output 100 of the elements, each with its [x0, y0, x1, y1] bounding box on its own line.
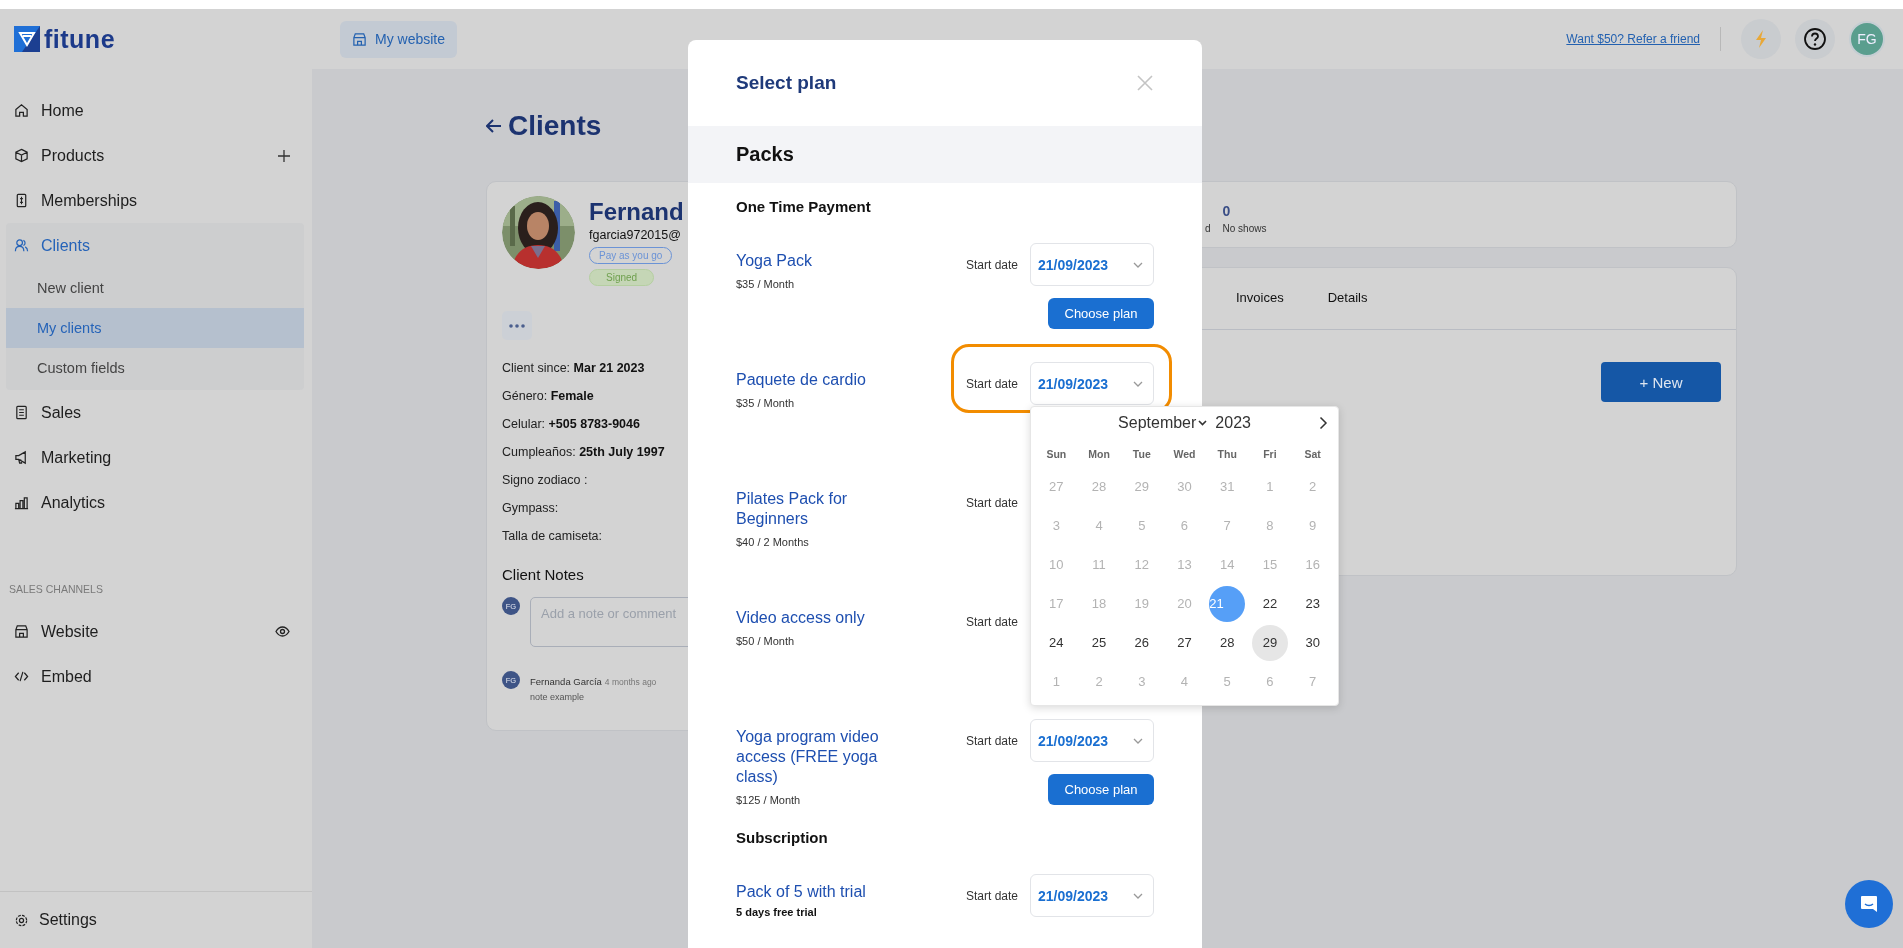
sidebar-item[interactable]: Memberships [0, 178, 312, 223]
notes-heading: Client Notes [502, 566, 585, 583]
weekday-label: Sat [1303, 447, 1322, 462]
help-icon [1803, 27, 1827, 51]
year-field[interactable]: 2023 [1215, 414, 1251, 432]
store-icon [14, 624, 29, 639]
plan-name[interactable]: Yoga program video access (FREE yoga class) [736, 727, 916, 787]
caret-icon [1198, 420, 1208, 426]
tab[interactable]: Details [1305, 268, 1390, 329]
client-name: Fernand [589, 198, 684, 226]
user-avatar[interactable]: FG [1849, 21, 1885, 57]
client-detail: Signo zodiaco : [502, 472, 588, 489]
back-arrow-icon[interactable] [486, 119, 502, 133]
next-month-icon[interactable] [1319, 416, 1328, 430]
ellipsis-icon [509, 323, 525, 328]
calendar-day[interactable]: 27 [1166, 624, 1203, 661]
settings-icon [14, 912, 29, 928]
plan-price: $35 / Month [736, 397, 796, 409]
plan-name[interactable]: Pack of 5 with trial [736, 882, 916, 902]
chevron-icon [1133, 261, 1143, 268]
home-icon [14, 103, 29, 118]
start-date-label: Start date [965, 614, 1018, 629]
chevron-icon [1133, 892, 1143, 899]
weekday-label: Mon [1087, 447, 1111, 462]
calendar-day[interactable]: 21 [1209, 585, 1246, 622]
code-icon [14, 669, 29, 684]
client-detail: Client since: Mar 21 2023 [502, 360, 645, 377]
calendar-day[interactable]: 28 [1209, 624, 1246, 661]
client-detail: Género: Female [502, 388, 594, 405]
calendar-day[interactable]: 24 [1038, 624, 1075, 661]
megaphone-icon [14, 450, 29, 465]
chevron-icon [1133, 380, 1143, 387]
sidebar-item[interactable]: Clients [6, 223, 304, 268]
stat-label: No shows [1222, 222, 1267, 234]
note-author: Fernanda García [530, 676, 602, 687]
website-button[interactable]: My website [340, 20, 458, 58]
date-select[interactable]: 21/09/2023 [1030, 243, 1154, 286]
chevron-icon [1133, 737, 1143, 744]
eye-icon[interactable] [275, 626, 290, 637]
calendar-day[interactable]: 29 [1251, 624, 1288, 661]
sidebar-item[interactable]: Home [0, 88, 312, 133]
page-title: Clients [508, 110, 602, 142]
date-select[interactable]: 21/09/2023 [1030, 874, 1154, 917]
plan-name[interactable]: Paquete de cardio [736, 370, 916, 390]
stat-value: 0 [1222, 202, 1232, 219]
weekday-label: Tue [1131, 447, 1152, 462]
start-date-label: Start date [965, 888, 1018, 903]
plan-price: $35 / Month [736, 278, 796, 290]
group-heading: Subscription [736, 828, 829, 848]
receipt-icon [14, 405, 29, 420]
month-select[interactable]: September [1118, 414, 1208, 432]
plan-name[interactable]: Pilates Pack for Beginners [736, 489, 916, 529]
sidebar-item[interactable]: Website [0, 609, 312, 654]
calendar-day[interactable]: 25 [1081, 624, 1118, 661]
close-icon [1136, 74, 1154, 92]
stat-label: d [1205, 222, 1211, 234]
choose-plan-button[interactable]: Choose plan [1048, 298, 1154, 329]
section-heading: SALES CHANNELS [8, 582, 104, 597]
dialog-title: Select plan [736, 72, 837, 94]
sidebar-item[interactable]: Analytics [0, 480, 312, 525]
card-icon [14, 193, 29, 208]
plan-price: $40 / 2 Months [736, 536, 810, 548]
sidebar-item[interactable]: Sales [0, 390, 312, 435]
tab[interactable]: Invoices [1214, 268, 1306, 329]
sidebar-subitem[interactable]: My clients [6, 308, 304, 348]
sidebar-subitem[interactable]: Custom fields [6, 348, 304, 388]
plan-note: 5 days free trial [736, 906, 818, 918]
calendar-day[interactable]: 30 [1294, 624, 1331, 661]
plan-price: $125 / Month [736, 794, 802, 806]
plan-name[interactable]: Video access only [736, 608, 916, 628]
start-date-label: Start date [965, 733, 1018, 748]
sidebar-item[interactable]: Products [0, 133, 312, 178]
client-detail: Celular: +505 8783-9046 [502, 416, 640, 433]
calendar-day[interactable]: 26 [1123, 624, 1160, 661]
chat-icon [1859, 894, 1879, 914]
sidebar-item[interactable]: Embed [0, 654, 312, 699]
group-heading: One Time Payment [736, 197, 872, 217]
section-header: Packs [688, 126, 1202, 183]
weekday-label: Thu [1216, 447, 1238, 462]
sidebar-subitem[interactable]: New client [6, 268, 304, 308]
plus-icon[interactable] [278, 149, 290, 162]
choose-plan-button[interactable]: Choose plan [1048, 774, 1154, 805]
logo-text: fitune [44, 24, 116, 54]
cube-icon [14, 148, 29, 163]
weekday-label: Fri [1262, 447, 1278, 462]
calendar-day[interactable]: 22 [1251, 585, 1288, 622]
weekday-label: Wed [1172, 447, 1197, 462]
plan-price: $50 / Month [736, 635, 796, 647]
refer-link[interactable]: Want $50? Refer a friend [1566, 32, 1700, 46]
help-button[interactable] [1795, 19, 1835, 59]
sidebar-item[interactable]: Marketing [0, 435, 312, 480]
date-select[interactable]: 21/09/2023 [1030, 362, 1154, 405]
client-detail: Gympass: [502, 500, 559, 517]
lightning-icon [1754, 29, 1768, 49]
plan-name[interactable]: Yoga Pack [736, 251, 916, 271]
new-button[interactable]: + New [1601, 362, 1721, 402]
calendar-day[interactable]: 23 [1294, 585, 1331, 622]
date-select[interactable]: 21/09/2023 [1030, 719, 1154, 762]
status-badge: Signed [589, 269, 655, 286]
store-icon [352, 31, 367, 47]
